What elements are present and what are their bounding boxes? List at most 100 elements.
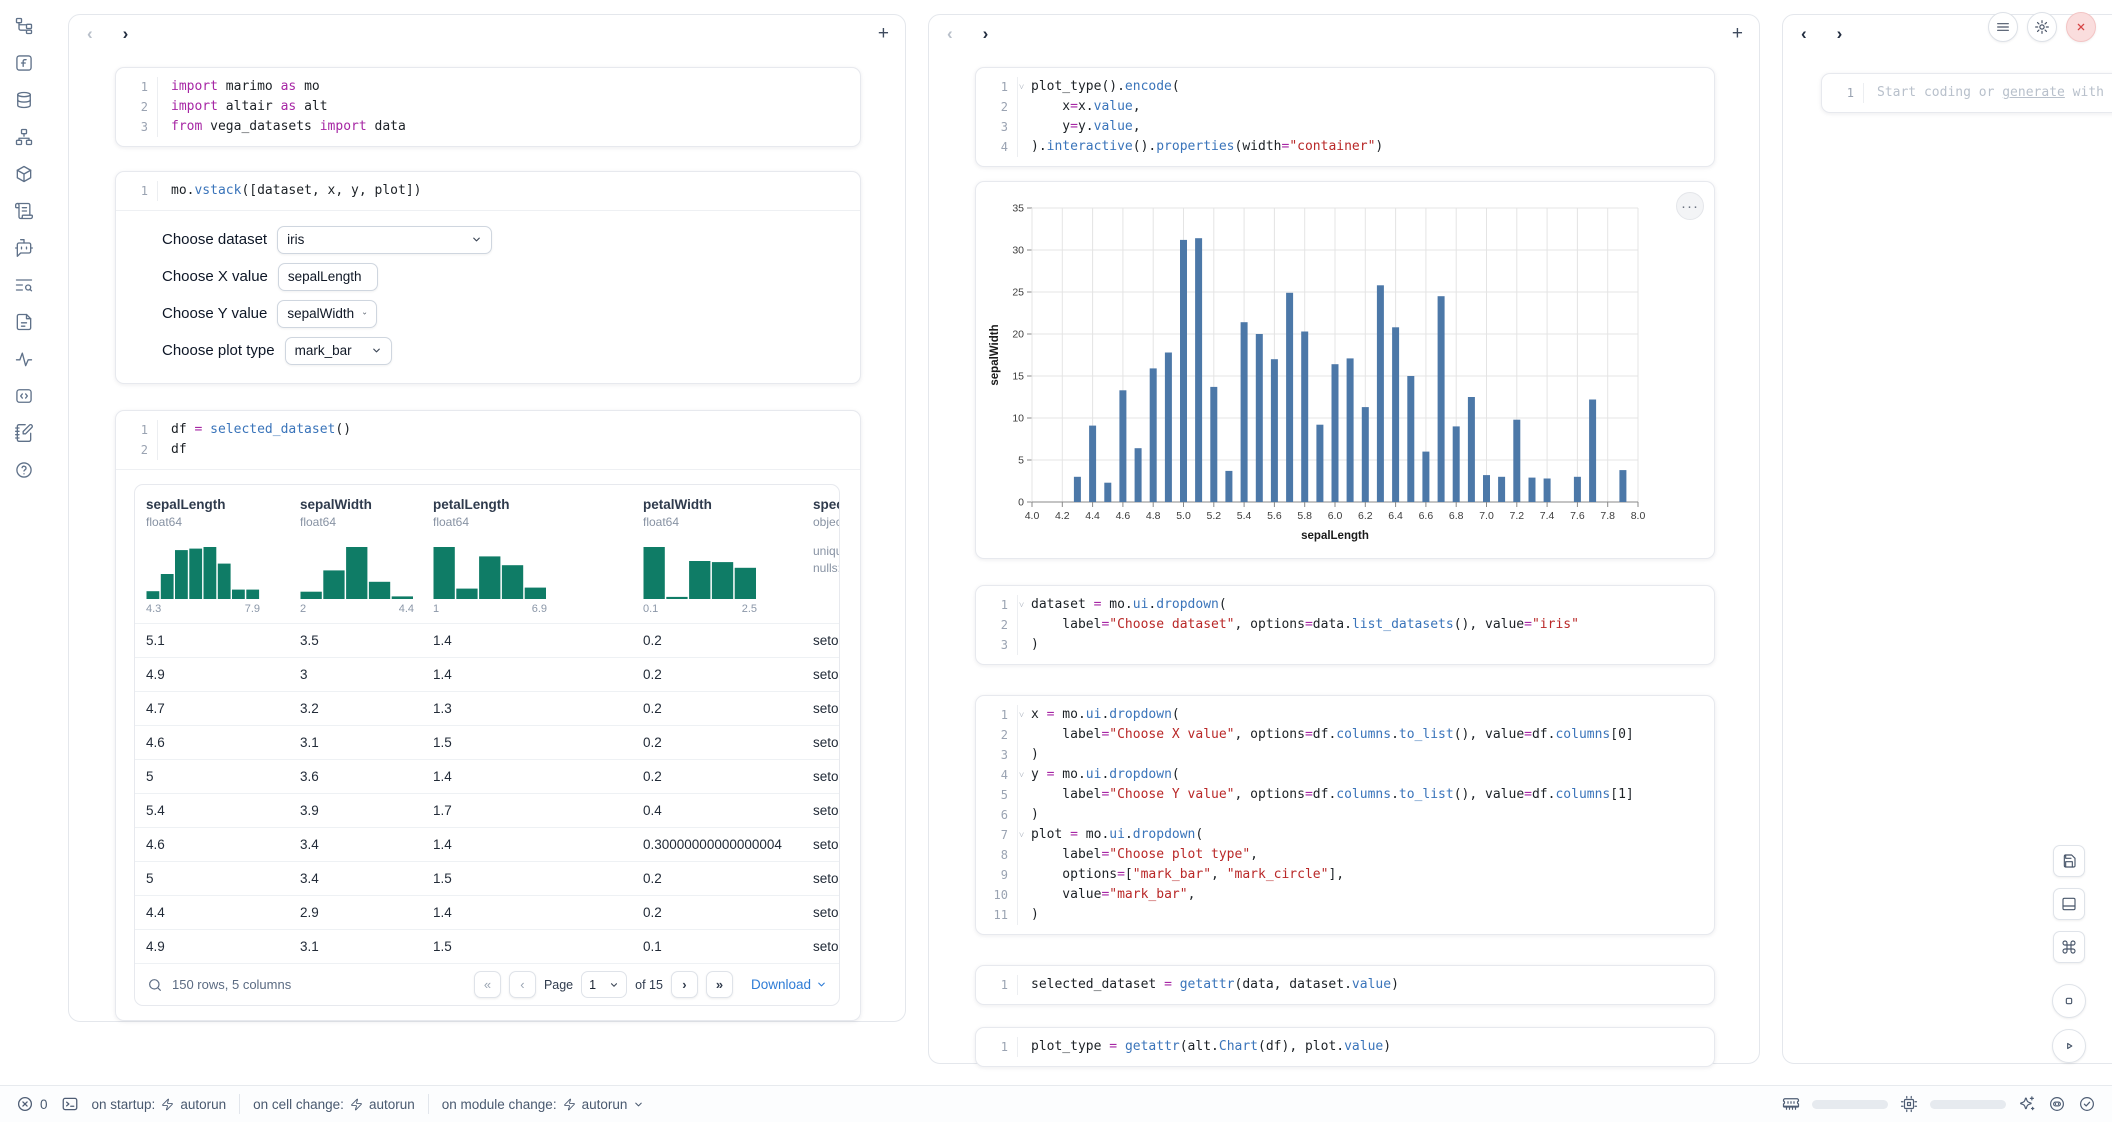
code-line[interactable]: 4).interactive().properties(width="conta… (976, 137, 1700, 157)
packages-icon[interactable] (14, 164, 34, 184)
add-cell-button[interactable]: + (878, 24, 889, 43)
code-editor[interactable]: 1˅plot_type().encode(2 x=x.value,3 y=y.v… (976, 68, 1714, 166)
keyboard-shortcuts-button[interactable] (2053, 931, 2085, 963)
code-line[interactable]: 11) (976, 905, 1700, 925)
code-line[interactable]: 3) (976, 745, 1700, 765)
fold-chevron-icon[interactable]: ˅ (1019, 596, 1031, 616)
functions-icon[interactable] (14, 53, 34, 73)
last-page-button[interactable]: » (706, 971, 733, 998)
code-line[interactable]: 8 label="Choose plot type", (976, 845, 1700, 865)
code-line[interactable]: 3from vega_datasets import data (116, 117, 846, 137)
next-page-button[interactable]: › (671, 971, 698, 998)
bar-chart[interactable]: 051015202530354.04.24.44.64.85.05.25.45.… (986, 198, 1706, 551)
cpu-meter[interactable] (1930, 1100, 2006, 1109)
dataset-dropdown[interactable]: iris (277, 226, 492, 254)
terminal-button[interactable] (61, 1095, 79, 1113)
code-editor[interactable]: 1selected_dataset = getattr(data, datase… (976, 966, 1714, 1004)
code-line[interactable]: 1Start coding or generate with AI. (1822, 83, 2112, 103)
tracing-icon[interactable] (14, 349, 34, 369)
menu-button[interactable] (1988, 12, 2018, 42)
prev-page-button[interactable]: ‹ (509, 971, 536, 998)
x-value-dropdown[interactable]: sepalLength (278, 263, 378, 291)
documentation-icon[interactable] (14, 312, 34, 332)
scripts-icon[interactable] (14, 201, 34, 221)
column-header[interactable]: petalWidthfloat640.12.5 (632, 497, 802, 615)
code-line[interactable]: 1import marimo as mo (116, 77, 846, 97)
copilot-button[interactable] (2048, 1095, 2066, 1113)
layout-toggle-button[interactable] (2053, 888, 2085, 920)
code-line[interactable]: 1plot_type = getattr(alt.Chart(df), plot… (976, 1037, 1700, 1057)
fold-chevron-icon[interactable]: ˅ (1019, 826, 1031, 846)
code-editor[interactable]: 1˅dataset = mo.ui.dropdown(2 label="Choo… (976, 586, 1714, 664)
column-header[interactable]: petalLengthfloat6416.9 (422, 497, 632, 615)
on-module-change-setting[interactable]: on module change: autorun (442, 1097, 645, 1112)
code-line[interactable]: 2 x=x.value, (976, 97, 1700, 117)
move-column-right-button[interactable]: › (123, 25, 129, 42)
search-icon[interactable] (147, 977, 163, 993)
logs-icon[interactable] (14, 275, 34, 295)
plot-type-dropdown[interactable]: mark_bar (285, 337, 392, 365)
code-editor[interactable]: 1import marimo as mo2import altair as al… (116, 68, 860, 146)
code-line[interactable]: 2df (116, 440, 846, 460)
move-column-left-button[interactable]: ‹ (87, 25, 93, 42)
save-button[interactable] (2053, 845, 2085, 877)
code-line[interactable]: 9 options=["mark_bar", "mark_circle"], (976, 865, 1700, 885)
datasources-icon[interactable] (14, 90, 34, 110)
code-line[interactable]: 1˅dataset = mo.ui.dropdown( (976, 595, 1700, 615)
code-line[interactable]: 1df = selected_dataset() (116, 420, 846, 440)
ai-sparkles-button[interactable] (2018, 1095, 2036, 1113)
code-line[interactable]: 1selected_dataset = getattr(data, datase… (976, 975, 1700, 995)
svg-text:5: 5 (1018, 455, 1024, 467)
add-cell-button[interactable]: + (1732, 24, 1743, 43)
code-line[interactable]: 2 label="Choose X value", options=df.col… (976, 725, 1700, 745)
fold-chevron-icon[interactable]: ˅ (1019, 78, 1031, 98)
snippets-icon[interactable] (14, 386, 34, 406)
code-line[interactable]: 3 y=y.value, (976, 117, 1700, 137)
column-header[interactable]: sepalWidthfloat6424.4 (289, 497, 422, 615)
settings-button[interactable] (2027, 12, 2057, 42)
code-line[interactable]: 7˅plot = mo.ui.dropdown( (976, 825, 1700, 845)
column-header[interactable]: speciesobjectunique:nulls: (802, 497, 840, 615)
fold-chevron-icon[interactable]: ˅ (1019, 766, 1031, 786)
code-editor[interactable]: 1df = selected_dataset()2df (116, 411, 860, 469)
move-column-left-button[interactable]: ‹ (947, 25, 953, 42)
chart-menu-button[interactable]: ··· (1676, 192, 1704, 220)
code-line[interactable]: 3) (976, 635, 1700, 655)
help-icon[interactable] (14, 460, 34, 480)
status-bar-right (1782, 1095, 2096, 1113)
code-line[interactable]: 6) (976, 805, 1700, 825)
code-line[interactable]: 5 label="Choose Y value", options=df.col… (976, 785, 1700, 805)
connection-status-button[interactable] (2078, 1095, 2096, 1113)
code-line[interactable]: 2import altair as alt (116, 97, 846, 117)
code-line[interactable]: 1˅x = mo.ui.dropdown( (976, 705, 1700, 725)
code-editor[interactable]: 1˅x = mo.ui.dropdown(2 label="Choose X v… (976, 696, 1714, 934)
y-value-dropdown[interactable]: sepalWidth (277, 300, 377, 328)
console-button[interactable] (2052, 984, 2086, 1018)
run-button[interactable] (2052, 1029, 2086, 1063)
column-header[interactable]: sepalLengthfloat644.37.9 (135, 497, 289, 615)
scratchpad-icon[interactable] (14, 423, 34, 443)
code-editor[interactable]: 1Start coding or generate with AI. (1822, 74, 2112, 112)
ram-meter[interactable] (1812, 1100, 1888, 1109)
move-column-left-button[interactable]: ‹ (1801, 25, 1807, 42)
code-line[interactable]: 4˅y = mo.ui.dropdown( (976, 765, 1700, 785)
download-button[interactable]: Download (751, 977, 827, 992)
move-column-right-button[interactable]: › (983, 25, 989, 42)
code-line[interactable]: 10 value="mark_bar", (976, 885, 1700, 905)
move-column-right-button[interactable]: › (1837, 25, 1843, 42)
code-editor[interactable]: 1mo.vstack([dataset, x, y, plot]) (116, 172, 860, 210)
first-page-button[interactable]: « (474, 971, 501, 998)
on-cell-change-setting[interactable]: on cell change: autorun (253, 1097, 415, 1112)
ai-chat-icon[interactable] (14, 238, 34, 258)
variables-icon[interactable] (14, 127, 34, 147)
page-select[interactable]: 1 (581, 971, 627, 998)
code-editor[interactable]: 1plot_type = getattr(alt.Chart(df), plot… (976, 1028, 1714, 1066)
code-line[interactable]: 1˅plot_type().encode( (976, 77, 1700, 97)
on-startup-setting[interactable]: on startup: autorun (92, 1097, 227, 1112)
fold-chevron-icon[interactable]: ˅ (1019, 706, 1031, 726)
code-line[interactable]: 2 label="Choose dataset", options=data.l… (976, 615, 1700, 635)
code-line[interactable]: 1mo.vstack([dataset, x, y, plot]) (116, 181, 846, 201)
shutdown-button[interactable] (2066, 12, 2096, 42)
error-counter[interactable]: 0 (16, 1095, 48, 1113)
outline-tree-icon[interactable] (14, 16, 34, 36)
